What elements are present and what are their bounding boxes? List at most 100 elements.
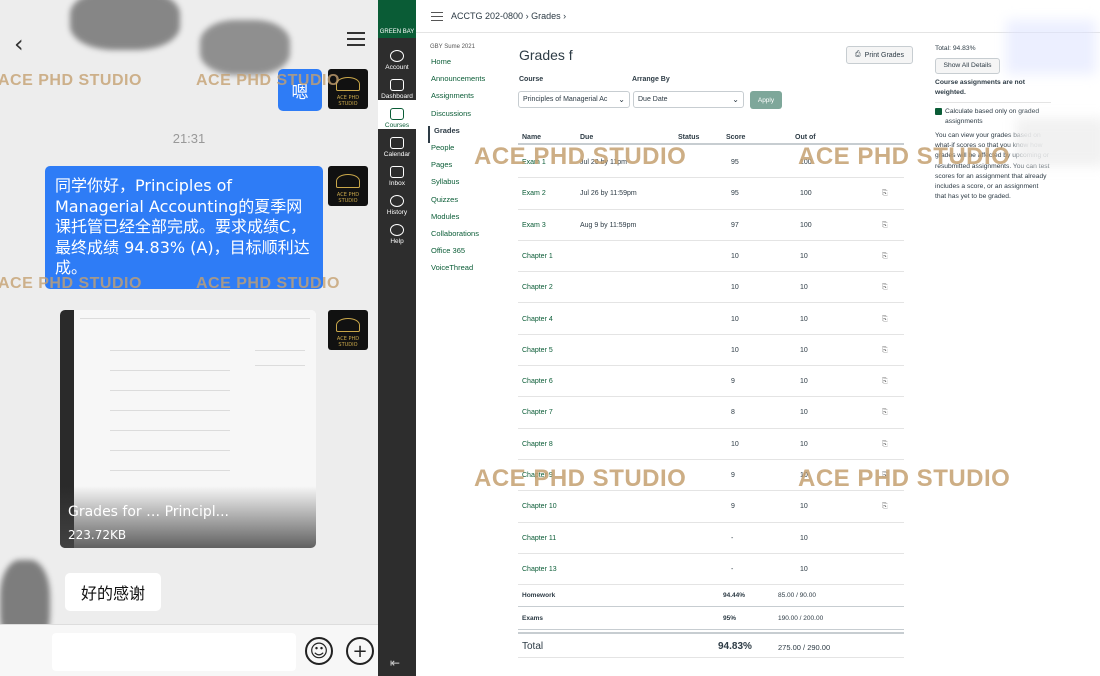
rubric-icon[interactable]: ⎘ [882,503,888,511]
assignment-link[interactable]: Chapter 9 [522,472,553,479]
nav-courses[interactable]: Courses [378,100,416,129]
top-bar: ACCTG 202-0800 › Grades › [416,0,1100,33]
avatar[interactable]: ACE PHD STUDIO [328,69,368,109]
nav-calendar[interactable]: Calendar [378,129,416,158]
table-row: Chapter 4 10 10 ⎘ [518,304,904,335]
course-nav-quizzes[interactable]: Quizzes [430,195,520,212]
nav-dashboard[interactable]: Dashboard [378,71,416,100]
breadcrumb-course[interactable]: ACCTG 202-0800 [451,11,523,21]
course-nav-modules[interactable]: Modules [430,212,520,229]
hamburger-icon[interactable] [431,12,443,21]
arrange-select[interactable]: Due Date ⌄ [633,91,744,108]
rubric-icon[interactable]: ⎘ [882,472,888,480]
course-nav-discussions[interactable]: Discussions [430,109,520,126]
rubric-icon[interactable]: ⎘ [882,284,888,292]
assignment-link[interactable]: Chapter 8 [522,441,553,448]
rubric-icon[interactable]: ⎘ [882,222,888,230]
back-icon[interactable]: ‹ [14,30,24,58]
file-message[interactable]: Grades for … Principl... 223.72KB [60,310,316,548]
course-nav-voicethread[interactable]: VoiceThread [430,263,520,280]
rubric-icon[interactable]: ⎘ [882,316,888,324]
course-label: Course [519,76,544,83]
reply-bubble[interactable]: 好的感谢 [65,573,161,611]
assignment-link[interactable]: Chapter 4 [522,316,553,323]
out-of-value: 10 [800,503,808,511]
file-name: Grades for … Principl... [68,504,230,520]
course-select[interactable]: Principles of Managerial Ac ⌄ [518,91,630,108]
assignment-link[interactable]: Exam 1 [522,159,546,166]
scribble-mark [70,0,180,50]
chevron-down-icon: ⌄ [732,95,739,104]
nav-account[interactable]: Account [378,42,416,71]
score-value: 9 [731,503,735,511]
course-nav-pages[interactable]: Pages [430,160,520,177]
course-nav-grades[interactable]: Grades [428,125,520,143]
due-date: Aug 9 by 11:59pm [580,221,637,229]
assignment-link[interactable]: Chapter 7 [522,409,553,416]
rubric-icon[interactable]: ⎘ [882,253,888,261]
breadcrumb-grades[interactable]: Grades [531,11,561,21]
message-bubble[interactable]: 同学你好，Principles of Managerial Accounting… [45,166,323,289]
assignment-link[interactable]: Chapter 6 [522,378,553,385]
redaction-blur [1016,118,1100,166]
score-value: 10 [731,284,739,292]
chat-panel: ‹ ACE PHD STUDIO 嗯 21:31 ACE PHD STUDIO … [0,0,378,676]
table-row: Chapter 2 10 10 ⎘ [518,272,904,304]
out-of-value: 10 [800,565,808,573]
course-nav-syllabus[interactable]: Syllabus [430,177,520,194]
out-of-value: 10 [800,315,808,323]
course-nav-announcements[interactable]: Announcements [430,74,520,91]
nav-history[interactable]: History [378,187,416,216]
apply-button[interactable]: Apply [750,91,782,109]
score-value: 8 [731,409,735,417]
show-all-details-button[interactable]: Show All Details [935,58,1000,75]
summary-row: Exams 95% 190.00 / 200.00 [518,607,904,630]
rubric-icon[interactable]: ⎘ [882,441,888,449]
emoji-icon[interactable]: ☺ [305,637,333,665]
course-nav: GBY Sume 2021 Home Announcements Assignm… [428,44,520,280]
assignment-link[interactable]: Chapter 2 [522,284,553,291]
course-nav-assignments[interactable]: Assignments [430,91,520,108]
message-bubble[interactable]: 嗯 [278,69,322,111]
table-row: Chapter 7 8 10 ⎘ [518,397,904,429]
avatar[interactable]: ACE PHD STUDIO [328,310,368,350]
table-row: Chapter 1 10 10 ⎘ [518,241,904,273]
course-nav-people[interactable]: People [430,143,520,160]
add-icon[interactable]: + [346,637,374,665]
rubric-icon[interactable]: ⎘ [882,347,888,355]
assignment-link[interactable]: Chapter 10 [522,503,557,510]
course-nav-office365[interactable]: Office 365 [430,246,520,263]
inbox-icon [390,166,404,178]
rubric-icon[interactable]: ⎘ [882,378,888,386]
nav-help[interactable]: Help [378,216,416,245]
not-weighted-note: Course assignments are not weighted. [935,78,1051,103]
assignment-link[interactable]: Chapter 1 [522,253,553,260]
collapse-icon[interactable]: ⇤ [390,656,400,670]
out-of-value: 100 [800,159,812,166]
assignment-link[interactable]: Chapter 5 [522,347,553,354]
total-grade: Total: 94.83% [935,45,976,52]
assignment-link[interactable]: Chapter 11 [522,535,556,542]
score-value: - [731,565,734,573]
print-grades-button[interactable]: ⎙ Print Grades [846,46,913,64]
assignment-link[interactable]: Exam 2 [522,190,546,197]
rubric-icon[interactable]: ⎘ [882,409,888,417]
scribble-mark [200,20,290,75]
table-row: Chapter 10 9 10 ⎘ [518,491,904,523]
term-label: GBY Sume 2021 [430,44,475,50]
out-of-value: 10 [800,440,808,448]
course-nav-collaborations[interactable]: Collaborations [430,229,520,246]
course-nav-home[interactable]: Home [430,57,520,74]
university-logo[interactable]: GREEN BAY [378,0,416,38]
rubric-icon[interactable]: ⎘ [882,190,888,198]
nav-inbox[interactable]: Inbox [378,158,416,187]
menu-icon[interactable] [347,32,365,46]
chevron-down-icon: ⌄ [618,95,625,104]
account-icon [390,50,404,62]
help-icon [390,224,404,236]
avatar[interactable]: ACE PHD STUDIO [328,166,368,206]
assignment-link[interactable]: Exam 3 [522,222,546,229]
assignment-link[interactable]: Chapter 13 [522,566,557,573]
table-row: Exam 2 Jul 26 by 11:59pm 95 100 ⎘ [518,178,904,210]
message-input[interactable] [52,633,296,671]
